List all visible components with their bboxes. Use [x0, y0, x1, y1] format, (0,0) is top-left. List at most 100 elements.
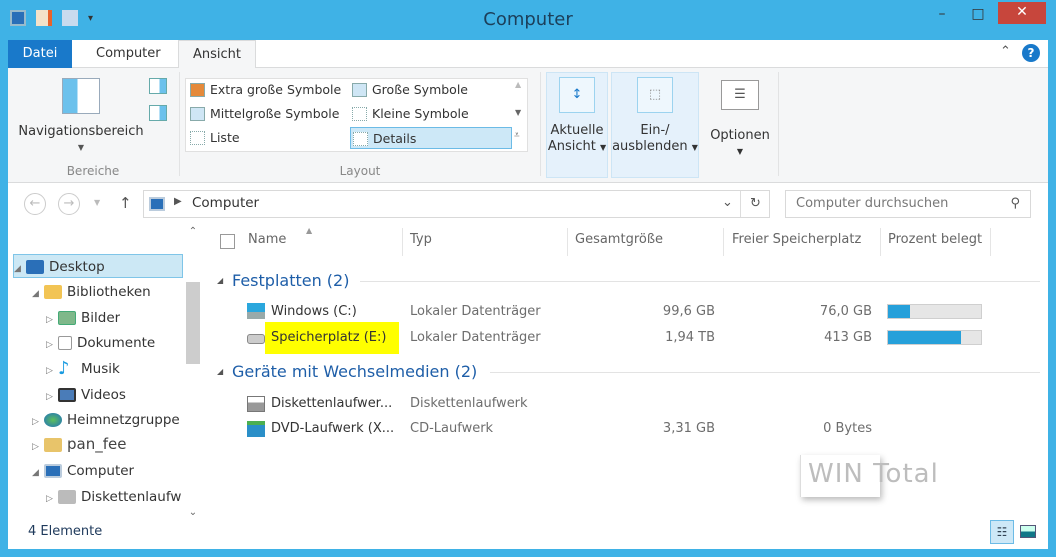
- layout-details[interactable]: Details: [350, 127, 512, 149]
- drive-name[interactable]: Windows (C:): [271, 304, 357, 319]
- search-input[interactable]: Computer durchsuchen ⚲: [785, 190, 1031, 218]
- preview-pane-icon[interactable]: [149, 78, 167, 94]
- recent-locations-icon[interactable]: ▼: [94, 198, 100, 207]
- search-placeholder: Computer durchsuchen: [796, 196, 949, 211]
- usage-bar-fill: [888, 305, 911, 318]
- forward-button[interactable]: →: [58, 193, 80, 215]
- layout-extra-large-icons[interactable]: Extra große Symbole: [188, 79, 341, 101]
- nav-scrollbar[interactable]: ⌃ ⌄: [184, 226, 202, 520]
- drive-free: 0 Bytes: [823, 421, 872, 436]
- gallery-scroll-down[interactable]: ▼: [515, 108, 521, 117]
- minimize-button[interactable]: –: [927, 4, 957, 26]
- scroll-up-icon[interactable]: ⌃: [184, 226, 202, 237]
- drive-type: Lokaler Datenträger: [410, 304, 541, 319]
- search-icon: ⚲: [1010, 196, 1020, 211]
- nav-item-desktop[interactable]: ◢ Desktop: [13, 254, 183, 278]
- layout-large-icons[interactable]: Große Symbole: [350, 79, 468, 101]
- nav-item-computer[interactable]: ◢ Computer: [32, 459, 134, 483]
- scroll-thumb[interactable]: [186, 282, 200, 364]
- label: Ein-/: [640, 123, 670, 138]
- details-pane-icon[interactable]: [149, 105, 167, 121]
- large-icons-view-button[interactable]: [1020, 525, 1036, 538]
- column-header-gesamtgroesse[interactable]: Gesamtgröße: [575, 232, 663, 247]
- new-folder-icon[interactable]: [62, 10, 78, 26]
- layout-small-icons[interactable]: Kleine Symbole: [350, 103, 469, 125]
- group-header-wechselmedien[interactable]: Geräte mit Wechselmedien (2): [232, 362, 477, 381]
- music-icon: ♪: [58, 358, 70, 379]
- nav-item-diskettenlaufwerk[interactable]: ▷ Diskettenlaufw: [46, 485, 182, 509]
- ribbon: Navigationsbereich ▼ Bereiche Extra groß…: [8, 68, 1048, 183]
- column-header-prozent-belegt[interactable]: Prozent belegt: [888, 232, 982, 247]
- drive-total: 1,94 TB: [665, 330, 715, 345]
- watermark-text: WIN Total: [808, 459, 939, 489]
- address-bar[interactable]: ▶ Computer ⌄ ↻: [143, 190, 770, 218]
- label: Diskettenlaufw: [81, 489, 182, 505]
- up-button[interactable]: ↑: [119, 194, 132, 212]
- layout-medium-icons[interactable]: Mittelgroße Symbole: [188, 103, 339, 125]
- drive-type: Lokaler Datenträger: [410, 330, 541, 345]
- tab-ansicht[interactable]: Ansicht: [178, 40, 257, 69]
- select-all-checkbox[interactable]: [220, 234, 235, 249]
- label: Heimnetzgruppe: [67, 412, 180, 428]
- column-header-name[interactable]: Name: [248, 232, 286, 247]
- nav-item-videos[interactable]: ▷ Videos: [46, 383, 126, 407]
- nav-item-bilder[interactable]: ▷ Bilder: [46, 306, 120, 330]
- scroll-down-icon[interactable]: ⌄: [184, 507, 202, 518]
- group-header-festplatten[interactable]: Festplatten (2): [232, 271, 349, 290]
- refresh-icon[interactable]: ↻: [740, 191, 770, 217]
- label: Liste: [210, 130, 240, 145]
- details-view-button[interactable]: ☷: [990, 520, 1014, 544]
- drive-name[interactable]: DVD-Laufwerk (X...: [271, 421, 394, 436]
- windows-drive-icon: [247, 303, 265, 319]
- drive-type: CD-Laufwerk: [410, 421, 494, 436]
- details-icon: [353, 132, 368, 146]
- label: Extra große Symbole: [210, 82, 342, 97]
- navigation-pane-label: Navigationsbereich: [18, 124, 144, 139]
- nav-item-dokumente[interactable]: ▷ Dokumente: [46, 331, 155, 355]
- address-dropdown-icon[interactable]: ⌄: [722, 195, 733, 210]
- user-folder-icon: [44, 438, 62, 452]
- nav-item-pan-fee[interactable]: ▷ pan_fee: [32, 432, 126, 456]
- maximize-button[interactable]: □: [963, 4, 993, 26]
- help-icon[interactable]: ?: [1022, 44, 1040, 62]
- homegroup-icon: [44, 413, 62, 427]
- show-hide-icon: ⬚: [637, 77, 673, 113]
- collapse-group-icon[interactable]: ◢: [217, 367, 223, 376]
- drive-free: 76,0 GB: [819, 304, 872, 319]
- column-header-typ[interactable]: Typ: [410, 232, 432, 247]
- tab-datei[interactable]: Datei: [8, 40, 72, 68]
- ribbon-tabs: Datei Computer Ansicht ⌃ ?: [8, 40, 1048, 69]
- computer-icon: [44, 464, 62, 478]
- customize-qat-icon[interactable]: ▾: [88, 13, 93, 24]
- layout-list[interactable]: Liste: [188, 127, 240, 149]
- gallery-scroll-up[interactable]: ▲: [515, 80, 521, 89]
- close-button[interactable]: ✕: [998, 2, 1046, 24]
- group-label-layout: Layout: [339, 164, 381, 178]
- options-button[interactable]: ☰ Optionen ▼: [705, 76, 775, 160]
- label: Desktop: [49, 259, 105, 275]
- nav-item-heimnetzgruppe[interactable]: ▷ Heimnetzgruppe: [32, 408, 202, 432]
- current-view-button[interactable]: ↕ Aktuelle Ansicht ▼: [546, 72, 608, 178]
- breadcrumb-computer[interactable]: Computer: [192, 195, 259, 211]
- computer-icon[interactable]: [10, 10, 26, 26]
- navigation-pane-button[interactable]: Navigationsbereich ▼: [16, 78, 146, 156]
- medium-icons-icon: [190, 107, 205, 121]
- collapse-group-icon[interactable]: ◢: [217, 276, 223, 285]
- properties-icon[interactable]: [36, 10, 52, 26]
- drive-name[interactable]: Speicherplatz (E:): [271, 330, 386, 345]
- back-button[interactable]: ←: [24, 193, 46, 215]
- minimize-ribbon-icon[interactable]: ⌃: [1000, 44, 1011, 59]
- label: ausblenden: [612, 139, 688, 154]
- label: Details: [373, 131, 417, 146]
- nav-item-bibliotheken[interactable]: ◢ Bibliotheken: [32, 280, 151, 304]
- gallery-expand[interactable]: ⩡: [514, 130, 520, 141]
- drive-total: 3,31 GB: [662, 421, 715, 436]
- hard-drive-icon: [247, 334, 265, 344]
- nav-item-musik[interactable]: ▷ ♪ Musik: [46, 357, 120, 381]
- tab-computer[interactable]: Computer: [82, 40, 175, 68]
- drive-name[interactable]: Diskettenlaufwer...: [271, 396, 392, 411]
- quick-access-toolbar: ▾: [10, 10, 93, 26]
- column-header-freier-speicherplatz[interactable]: Freier Speicherplatz: [732, 232, 861, 247]
- show-hide-button[interactable]: ⬚ Ein-/ ausblenden ▼: [611, 72, 699, 178]
- list-icon: [190, 131, 205, 145]
